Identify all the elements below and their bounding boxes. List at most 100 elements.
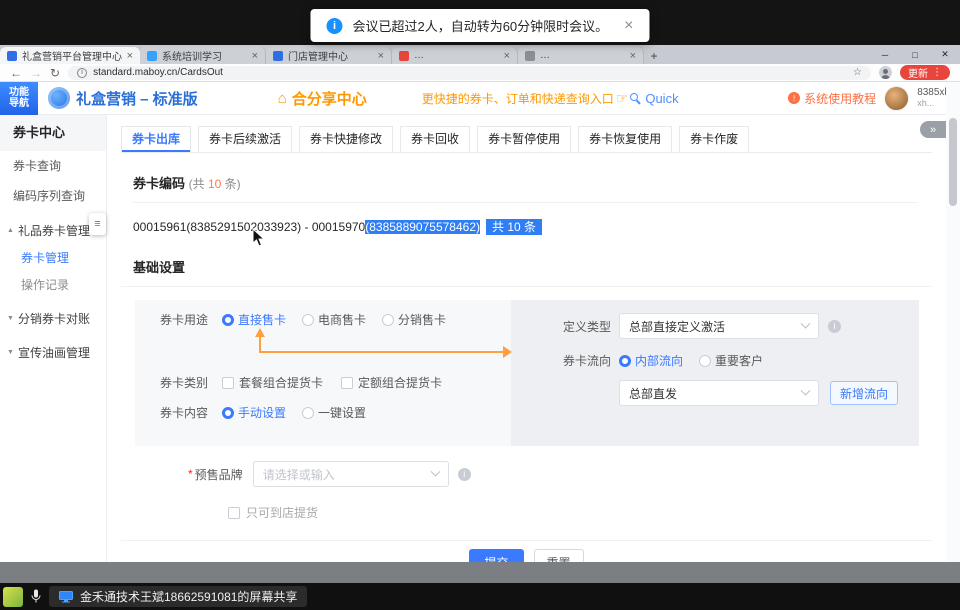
quick-search-link[interactable]: Quick xyxy=(630,91,678,106)
sidebar-item-code-sequence-query[interactable]: 编码序列查询 xyxy=(0,181,106,211)
sidebar-collapse-handle[interactable]: ≡ xyxy=(89,213,106,235)
add-flow-button[interactable]: 新增流向 xyxy=(830,381,898,405)
scrollbar-thumb[interactable] xyxy=(949,118,957,206)
tutorial-link[interactable]: ! 系统使用教程 xyxy=(788,90,876,107)
browser-tab[interactable]: … × xyxy=(518,47,644,64)
category-label: 券卡类别 xyxy=(160,374,208,391)
tab-title: 系统培训学习 xyxy=(162,48,247,63)
radio-ecommerce-sale[interactable]: 电商售卡 xyxy=(302,311,366,328)
radio-direct-sale[interactable]: 直接售卡 xyxy=(222,311,286,328)
info-icon[interactable]: i xyxy=(458,468,471,481)
tab-favicon xyxy=(147,51,157,61)
radio-one-click-setup[interactable]: 一键设置 xyxy=(302,404,366,421)
monitor-icon xyxy=(59,591,73,603)
forward-button[interactable]: → xyxy=(30,67,42,79)
site-info-icon[interactable]: i xyxy=(77,68,87,78)
microphone-icon[interactable] xyxy=(31,589,41,604)
divider xyxy=(121,286,932,287)
browser-tab[interactable]: … × xyxy=(392,47,518,64)
tab-card-void[interactable]: 券卡作废 xyxy=(679,126,749,152)
panel-collapse-button[interactable]: » xyxy=(920,121,946,138)
toast-message: 会议已超过2人，自动转为60分钟限时会议。 xyxy=(352,16,608,35)
function-nav-button[interactable]: 功能 导航 xyxy=(0,82,38,115)
browser-menu-icon[interactable]: ⋮ xyxy=(932,67,942,78)
tab-card-recycle[interactable]: 券卡回收 xyxy=(400,126,470,152)
maximize-button[interactable]: □ xyxy=(900,45,930,64)
sidebar-title: 券卡中心 xyxy=(0,115,106,151)
browser-profile-icon[interactable] xyxy=(879,66,892,79)
radio-icon xyxy=(382,314,394,326)
new-tab-button[interactable]: + xyxy=(644,47,664,64)
browser-tab-active[interactable]: 礼盒营销平台管理中心 × xyxy=(0,47,140,64)
radio-icon xyxy=(302,314,314,326)
share-center-label: 合分享中心 xyxy=(292,88,367,109)
tab-close-icon[interactable]: × xyxy=(504,50,510,62)
radio-label: 分销售卡 xyxy=(398,311,446,328)
info-icon: i xyxy=(326,18,342,34)
url-text: standard.maboy.cn/CardsOut xyxy=(93,67,223,78)
right-settings-panel: 定义类型 总部直接定义激活 i 券卡流向 内部流向 重要客户 xyxy=(511,300,919,446)
tab-card-activate[interactable]: 券卡后续激活 xyxy=(198,126,292,152)
card-code-section: 券卡编码 (共 10 条) xyxy=(133,173,918,203)
chrome-update-button[interactable]: 更新 ⋮ xyxy=(900,65,950,80)
flow-select[interactable]: 总部直发 xyxy=(619,380,819,406)
tab-favicon xyxy=(399,51,409,61)
user-avatar[interactable] xyxy=(884,86,909,111)
tab-title: 礼盒营销平台管理中心 xyxy=(22,48,122,63)
triangle-down-icon: ▼ xyxy=(7,315,14,322)
pointing-hand-icon: ☞ xyxy=(616,90,629,107)
tab-title: 门店管理中心 xyxy=(288,48,373,63)
code-range-selected: (8385889075578462) xyxy=(365,220,480,234)
tab-close-icon[interactable]: × xyxy=(630,50,636,62)
minimize-button[interactable]: ─ xyxy=(870,45,900,64)
info-icon[interactable]: i xyxy=(828,320,841,333)
code-section-title: 券卡编码 xyxy=(133,176,185,191)
required-asterisk: * xyxy=(188,467,193,481)
tab-favicon xyxy=(273,51,283,61)
sidebar-item-card-management[interactable]: 券卡管理 xyxy=(0,245,106,272)
presale-brand-select[interactable]: 请选择或输入 xyxy=(253,461,449,487)
toast-close-icon[interactable]: × xyxy=(624,17,633,35)
sidebar-item-card-query[interactable]: 券卡查询 xyxy=(0,151,106,181)
sidebar-group-promo-material[interactable]: ▼ 宣传油画管理 xyxy=(0,337,106,367)
radio-distribution-sale[interactable]: 分销售卡 xyxy=(382,311,446,328)
count-prefix: (共 xyxy=(189,177,208,191)
tab-close-icon[interactable]: × xyxy=(252,50,258,62)
tab-card-restore[interactable]: 券卡恢复使用 xyxy=(578,126,672,152)
radio-manual-setup[interactable]: 手动设置 xyxy=(222,404,286,421)
back-button[interactable]: ← xyxy=(10,67,22,79)
radio-label: 直接售卡 xyxy=(238,311,286,328)
radio-icon xyxy=(619,355,631,367)
radio-internal-flow[interactable]: 内部流向 xyxy=(619,352,683,369)
checkbox-icon[interactable] xyxy=(228,507,240,519)
reload-button[interactable]: ↻ xyxy=(50,67,60,79)
share-center-link[interactable]: ⌂ 合分享中心 xyxy=(278,88,367,109)
mouse-cursor xyxy=(252,228,265,247)
select-value: 总部直接定义激活 xyxy=(629,318,725,335)
sidebar-group-distribution-reconcile[interactable]: ▼ 分销券卡对账 xyxy=(0,303,106,333)
tab-card-outbound[interactable]: 券卡出库 xyxy=(121,126,191,152)
browser-tab[interactable]: 门店管理中心 × xyxy=(266,47,392,64)
url-bar[interactable]: i standard.maboy.cn/CardsOut ☆ xyxy=(68,66,871,80)
close-window-button[interactable]: ✕ xyxy=(930,45,960,64)
tab-card-suspend[interactable]: 券卡暂停使用 xyxy=(477,126,571,152)
tab-close-icon[interactable]: × xyxy=(378,50,384,62)
browser-tab-strip: 礼盒营销平台管理中心 × 系统培训学习 × 门店管理中心 × … × … × +… xyxy=(0,45,960,64)
tab-close-icon[interactable]: × xyxy=(127,50,133,62)
checkbox-fixed-combo-card[interactable]: 定额组合提货卡 xyxy=(341,374,442,391)
checkbox-combo-pickup-card[interactable]: 套餐组合提货卡 xyxy=(222,374,323,391)
radio-important-customer[interactable]: 重要客户 xyxy=(699,352,763,369)
chevron-down-icon xyxy=(801,385,811,395)
sidebar-item-operation-log[interactable]: 操作记录 xyxy=(0,272,106,299)
quick-label: Quick xyxy=(645,91,678,106)
window-controls: ─ □ ✕ xyxy=(870,45,960,64)
triangle-up-icon: ▲ xyxy=(7,227,14,234)
checkbox-icon xyxy=(341,377,353,389)
checkbox-icon xyxy=(222,377,234,389)
define-type-select[interactable]: 总部直接定义激活 xyxy=(619,313,819,339)
share-status-text: 金禾通技术王斌18662591081的屏幕共享 xyxy=(80,588,297,605)
browser-tab[interactable]: 系统培训学习 × xyxy=(140,47,266,64)
bookmark-star-icon[interactable]: ☆ xyxy=(853,67,862,78)
tab-card-quick-edit[interactable]: 券卡快捷修改 xyxy=(299,126,393,152)
tab-title: … xyxy=(414,50,499,61)
